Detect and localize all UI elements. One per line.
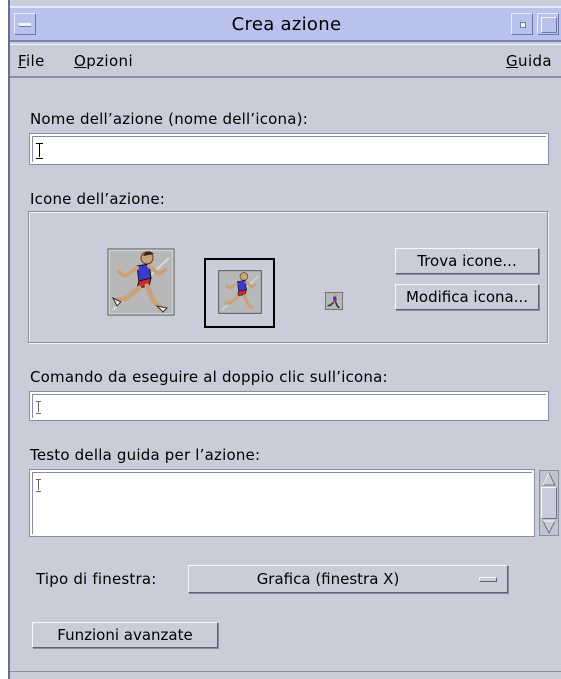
selected-icon-frame[interactable]	[204, 258, 275, 328]
maximize-button[interactable]	[537, 13, 559, 35]
scroll-down-arrow-icon[interactable]	[542, 520, 556, 534]
window-bottom-edge[interactable]	[10, 671, 561, 679]
option-menu-indicator-icon	[479, 577, 497, 582]
menu-options[interactable]: Opzioni	[74, 52, 133, 70]
menu-help-mnemonic: G	[506, 52, 519, 70]
action-icons-label: Icone dell’azione:	[30, 190, 166, 208]
menu-help-label: uida	[518, 52, 553, 70]
runner-icon-medium[interactable]	[218, 270, 262, 314]
text-cursor-icon	[36, 401, 41, 414]
window-type-label: Tipo di finestra:	[36, 570, 157, 588]
action-name-label: Nome dell’azione (nome dell’icona):	[30, 110, 308, 128]
menu-help[interactable]: Guida	[506, 52, 552, 70]
menu-file[interactable]: File	[18, 52, 45, 70]
menu-file-label: ile	[25, 52, 45, 70]
menu-bar: File Opzioni Guida	[10, 44, 561, 78]
runner-icon-small[interactable]	[325, 292, 343, 310]
runner-icon-large[interactable]	[107, 248, 175, 316]
window-type-value: Grafica (finestra X)	[256, 570, 400, 588]
action-name-input[interactable]	[29, 133, 549, 165]
command-input[interactable]	[29, 391, 549, 421]
advanced-functions-button[interactable]: Funzioni avanzate	[32, 622, 218, 648]
action-icons-group: Trova icone... Modifica icona...	[28, 211, 548, 343]
text-cursor-icon	[36, 143, 43, 159]
minimize-button[interactable]	[511, 13, 533, 35]
help-text-label: Testo della guida per l’azione:	[30, 446, 261, 464]
menu-options-label: pzioni	[86, 52, 134, 70]
help-text-scrollbar[interactable]	[539, 470, 559, 536]
window-type-select[interactable]: Grafica (finestra X)	[188, 565, 508, 593]
edit-icon-button[interactable]: Modifica icona...	[395, 284, 539, 310]
text-cursor-icon	[36, 479, 41, 492]
window-title: Crea azione	[231, 14, 342, 35]
scroll-up-arrow-icon[interactable]	[542, 472, 556, 486]
create-action-window: Crea azione File Opzioni Guida Nome dell…	[8, 0, 561, 679]
command-label: Comando da eseguire al doppio clic sull’…	[30, 368, 388, 386]
scroll-thumb[interactable]	[541, 487, 557, 519]
menu-options-mnemonic: O	[74, 52, 87, 70]
find-icons-button[interactable]: Trova icone...	[395, 248, 539, 274]
help-text-area[interactable]	[29, 469, 535, 537]
title-bar[interactable]: Crea azione	[10, 6, 561, 42]
menu-file-mnemonic: F	[18, 52, 26, 70]
